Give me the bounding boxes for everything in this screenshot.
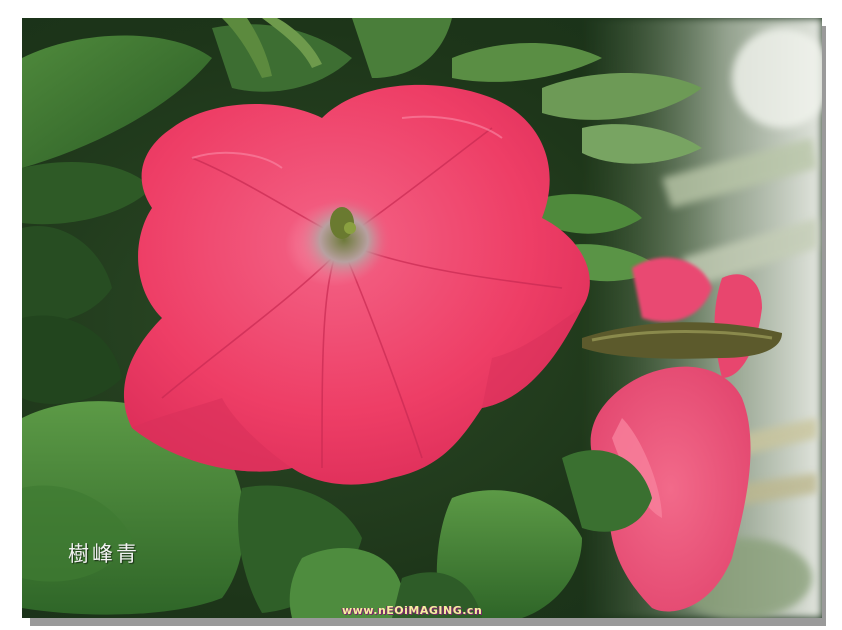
watermark-text: www.nEOiMAGING.cn [342,604,483,617]
photo-frame: 樹峰青 www.nEOiMAGING.cn [0,0,842,630]
signature-text: 樹峰青 [68,542,140,566]
photograph [22,18,822,618]
petunia-photo-image [22,18,822,618]
